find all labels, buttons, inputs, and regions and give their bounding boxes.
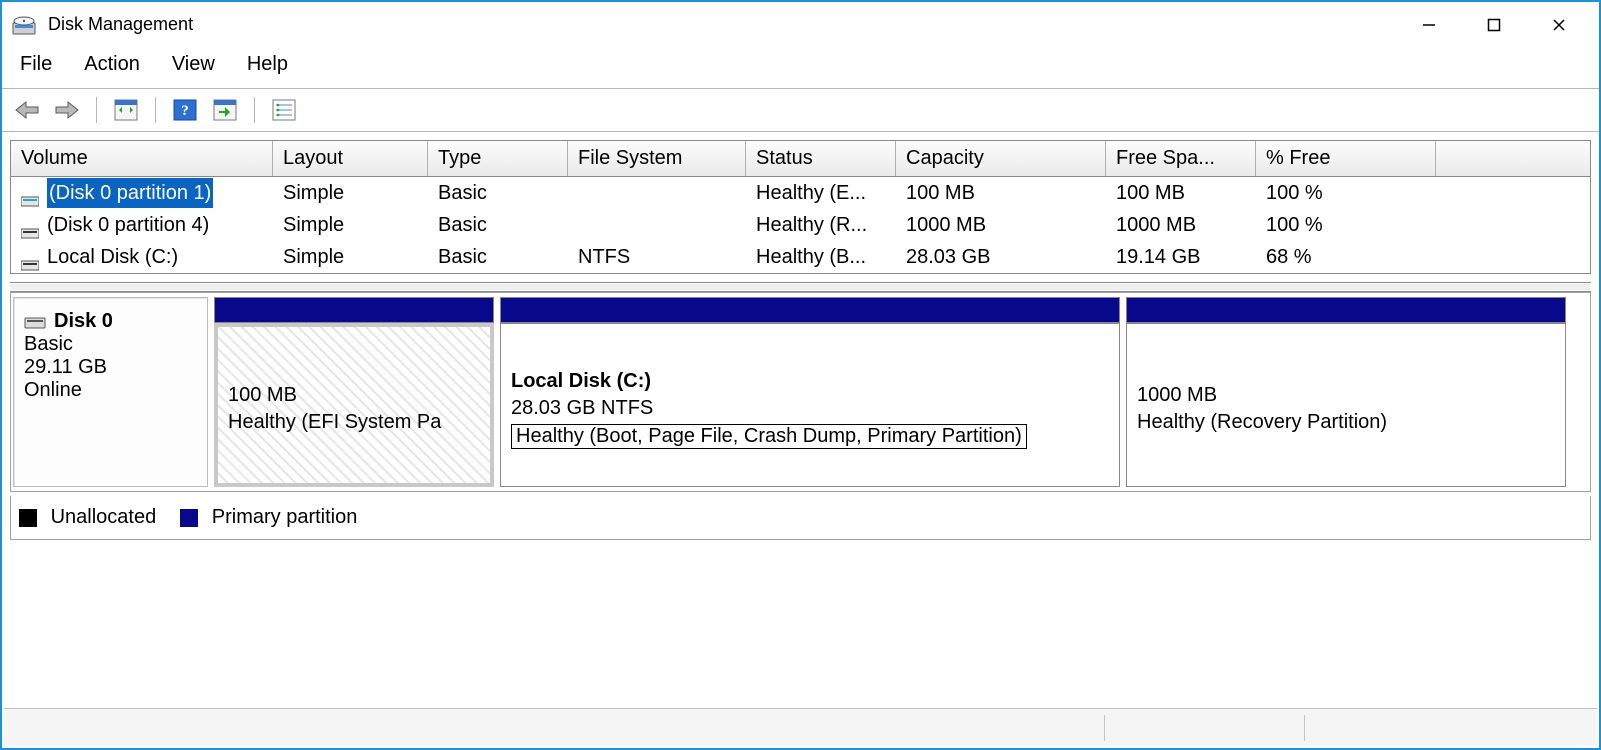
volume-capacity: 100 MB xyxy=(896,177,1106,209)
col-layout[interactable]: Layout xyxy=(273,141,428,176)
status-bar xyxy=(4,708,1597,746)
legend-unallocated: Unallocated xyxy=(19,506,156,529)
col-filesystem[interactable]: File System xyxy=(568,141,746,176)
volume-status: Healthy (E... xyxy=(746,177,896,209)
volume-icon xyxy=(21,250,39,264)
col-capacity[interactable]: Capacity xyxy=(896,141,1106,176)
partition-type-bar xyxy=(500,297,1120,323)
volume-free: 100 MB xyxy=(1106,177,1256,209)
action-icon[interactable] xyxy=(210,95,240,125)
volume-type: Basic xyxy=(428,177,568,209)
volume-pfree: 100 % xyxy=(1256,177,1436,209)
svg-text:?: ? xyxy=(181,103,189,119)
list-settings-icon[interactable] xyxy=(269,95,299,125)
legend-primary: Primary partition xyxy=(180,506,357,529)
volume-filesystem: NTFS xyxy=(568,241,746,273)
legend: Unallocated Primary partition xyxy=(10,496,1591,540)
volume-status: Healthy (B... xyxy=(746,241,896,273)
volume-capacity: 1000 MB xyxy=(896,209,1106,241)
help-icon[interactable]: ? xyxy=(170,95,200,125)
volume-row[interactable]: (Disk 0 partition 1) SimpleBasic Healthy (… xyxy=(11,177,1590,209)
disk-icon xyxy=(24,315,46,329)
volume-row[interactable]: Local Disk (C:) SimpleBasicNTFSHealthy (B… xyxy=(11,241,1590,273)
partition-size: 28.03 GB NTFS xyxy=(511,397,1109,420)
toolbar: ? xyxy=(2,88,1599,132)
toolbar-separator xyxy=(155,97,156,123)
partition-type-bar xyxy=(1126,297,1566,323)
close-button[interactable] xyxy=(1526,5,1591,45)
partition-type-bar xyxy=(214,297,494,323)
volume-row[interactable]: (Disk 0 partition 4) SimpleBasic Healthy (… xyxy=(11,209,1590,241)
volume-free: 1000 MB xyxy=(1106,209,1256,241)
volume-table-header: Volume Layout Type File System Status Ca… xyxy=(11,141,1590,177)
volume-label: Local Disk (C:) xyxy=(47,242,178,272)
back-icon[interactable] xyxy=(12,95,42,125)
volume-layout: Simple xyxy=(273,209,428,241)
minimize-button[interactable] xyxy=(1396,5,1461,45)
volume-free: 19.14 GB xyxy=(1106,241,1256,273)
volume-capacity: 28.03 GB xyxy=(896,241,1106,273)
volume-layout: Simple xyxy=(273,177,428,209)
partition-c[interactable]: Local Disk (C:) 28.03 GB NTFS Healthy (B… xyxy=(500,297,1120,487)
disk-type: Basic xyxy=(24,333,197,356)
splitter-bar[interactable] xyxy=(10,282,1591,292)
menu-view[interactable]: View xyxy=(172,53,215,76)
partition-size: 100 MB xyxy=(228,384,480,407)
forward-icon[interactable] xyxy=(52,95,82,125)
volume-type: Basic xyxy=(428,209,568,241)
col-type[interactable]: Type xyxy=(428,141,568,176)
menu-help[interactable]: Help xyxy=(247,53,288,76)
title-bar: Disk Management xyxy=(2,2,1599,47)
col-blank xyxy=(1436,141,1590,176)
col-status[interactable]: Status xyxy=(746,141,896,176)
window-title: Disk Management xyxy=(48,14,1396,35)
partition-status: Healthy (Recovery Partition) xyxy=(1137,411,1387,434)
volume-filesystem xyxy=(568,177,746,209)
toolbar-separator xyxy=(254,97,255,123)
disk-name: Disk 0 xyxy=(54,310,113,333)
disk-state: Online xyxy=(24,379,197,402)
partition-efi[interactable]: 100 MB Healthy (EFI System Pa xyxy=(214,297,494,487)
col-free[interactable]: Free Spa... xyxy=(1106,141,1256,176)
volume-pfree: 100 % xyxy=(1256,209,1436,241)
partition-status: Healthy (EFI System Pa xyxy=(228,411,441,434)
partition-name: Local Disk (C:) xyxy=(511,370,1109,393)
legend-swatch-primary xyxy=(180,509,198,527)
volume-table: Volume Layout Type File System Status Ca… xyxy=(10,140,1591,274)
partition-size: 1000 MB xyxy=(1137,384,1555,407)
disk-info[interactable]: Disk 0 Basic 29.11 GB Online xyxy=(13,297,208,487)
disk-management-icon xyxy=(12,13,36,37)
maximize-button[interactable] xyxy=(1461,5,1526,45)
volume-type: Basic xyxy=(428,241,568,273)
toolbar-separator xyxy=(96,97,97,123)
legend-label: Unallocated xyxy=(51,506,157,528)
legend-label: Primary partition xyxy=(212,506,358,528)
menu-file[interactable]: File xyxy=(20,53,52,76)
legend-swatch-unallocated xyxy=(19,509,37,527)
volume-icon xyxy=(21,218,39,232)
menu-bar: File Action View Help xyxy=(2,47,1599,88)
volume-filesystem xyxy=(568,209,746,241)
volume-status: Healthy (R... xyxy=(746,209,896,241)
partition-recovery[interactable]: 1000 MB Healthy (Recovery Partition) xyxy=(1126,297,1566,487)
volume-pfree: 68 % xyxy=(1256,241,1436,273)
col-volume[interactable]: Volume xyxy=(11,141,273,176)
refresh-icon[interactable] xyxy=(111,95,141,125)
volume-icon xyxy=(21,186,39,200)
partition-status: Healthy (Boot, Page File, Crash Dump, Pr… xyxy=(511,424,1027,449)
volume-layout: Simple xyxy=(273,241,428,273)
col-pfree[interactable]: % Free xyxy=(1256,141,1436,176)
disk-map-panel: Disk 0 Basic 29.11 GB Online 100 MB Heal… xyxy=(10,292,1591,492)
disk-size: 29.11 GB xyxy=(24,356,197,379)
volume-label: (Disk 0 partition 1) xyxy=(47,178,213,208)
volume-label: (Disk 0 partition 4) xyxy=(47,210,209,240)
menu-action[interactable]: Action xyxy=(84,53,140,76)
